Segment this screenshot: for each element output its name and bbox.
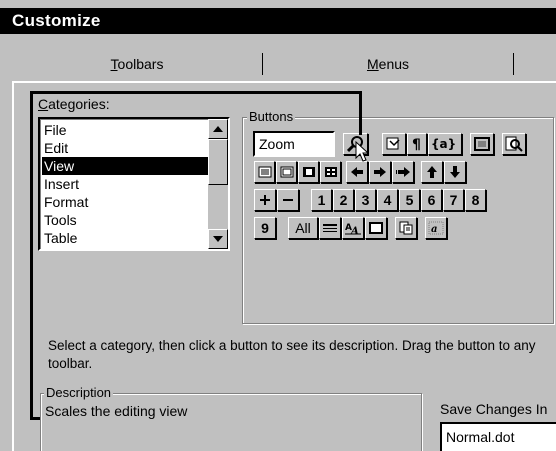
save-changes-label: Save Changes In (440, 401, 548, 417)
frame-button[interactable] (365, 217, 387, 239)
show-heading-6-button[interactable]: 6 (421, 189, 442, 211)
description-group (40, 393, 422, 451)
arrow-right-icon (374, 167, 386, 177)
expand-button[interactable] (254, 189, 276, 211)
show-first-line-button[interactable] (319, 217, 341, 239)
tab-toolbars-label: oolbars (117, 56, 164, 72)
move-down-button[interactable] (444, 161, 466, 183)
tab-divider (513, 53, 514, 75)
outline-icon (302, 167, 315, 177)
master-document-button[interactable] (320, 161, 341, 183)
description-label: Description (44, 385, 114, 400)
print-preview-icon (505, 136, 523, 152)
minus-icon (283, 199, 293, 201)
callout-line (30, 91, 362, 94)
field-codes-icon: {a} (431, 137, 456, 151)
list-item-selected[interactable]: View (42, 157, 208, 175)
lines-icon (258, 166, 271, 178)
show-heading-4-button[interactable]: 4 (377, 189, 398, 211)
list-scrollbar[interactable] (208, 119, 228, 249)
dialog-title: Customize (0, 8, 556, 34)
show-heading-1-button[interactable]: 1 (311, 189, 332, 211)
show-heading-9-button[interactable]: 9 (254, 217, 276, 239)
formatting-icon: AA (345, 223, 361, 235)
first-line-icon (323, 224, 337, 232)
arrow-up-icon (213, 126, 223, 132)
categories-list[interactable]: File Edit View Insert Format Tools Table (38, 117, 230, 251)
list-item[interactable]: File (42, 121, 208, 139)
show-heading-3-button[interactable]: 3 (355, 189, 376, 211)
show-paragraph-button[interactable]: ¶ (407, 133, 427, 155)
svg-text:a: a (431, 224, 437, 235)
full-screen-button[interactable] (470, 133, 494, 155)
zoom-box[interactable]: Zoom (253, 131, 335, 157)
categories-mnemonic: C (38, 96, 49, 112)
scroll-up-button[interactable] (208, 119, 228, 139)
frame-icon (369, 222, 383, 234)
mouse-pointer-icon (355, 141, 369, 162)
arrow-down-icon (213, 236, 223, 242)
demote-button[interactable] (369, 161, 391, 183)
callout-line (30, 417, 40, 420)
categories-label: Categories: (38, 96, 110, 112)
save-changes-dropdown[interactable]: Normal.dot (440, 422, 556, 451)
scroll-down-button[interactable] (208, 229, 228, 249)
field-codes-button[interactable]: {a} (428, 133, 462, 155)
categories-label-text: ategories: (48, 96, 110, 112)
page-icon (386, 137, 400, 150)
master-subdocument-button[interactable] (395, 217, 417, 239)
autoformat-icon: a (428, 221, 444, 235)
scroll-thumb[interactable] (208, 139, 228, 185)
move-up-button[interactable] (421, 161, 443, 183)
arrow-up-icon (427, 166, 437, 178)
description-text: Scales the editing view (45, 403, 188, 419)
callout-line (359, 91, 362, 135)
page-layout-icon (280, 166, 293, 178)
instructions-text: Select a category, then click a button t… (48, 338, 536, 371)
list-item[interactable]: Insert (42, 175, 208, 193)
show-all-button[interactable]: All (288, 217, 318, 239)
tab-menus-label: enus (378, 56, 410, 72)
plus-icon (260, 195, 270, 205)
show-formatting-button[interactable]: AA (342, 217, 364, 239)
tab-menus[interactable]: Menus (263, 47, 513, 81)
show-heading-7-button[interactable]: 7 (443, 189, 464, 211)
page-layout-button[interactable] (276, 161, 297, 183)
print-preview-button[interactable] (502, 133, 526, 155)
grid-icon (324, 167, 337, 177)
list-item[interactable]: Format (42, 193, 208, 211)
tab-toolbars-mnemonic: T (110, 56, 118, 72)
list-item[interactable]: Table (42, 229, 208, 247)
arrow-down-icon (450, 166, 460, 178)
page-setup-button[interactable] (382, 133, 406, 155)
show-heading-5-button[interactable]: 5 (399, 189, 420, 211)
normal-view-button[interactable] (254, 161, 275, 183)
tab-toolbars[interactable]: Toolbars (12, 47, 262, 81)
demote-to-body-button[interactable] (392, 161, 414, 183)
collapse-button[interactable] (277, 189, 299, 211)
list-item[interactable]: Tools (42, 211, 208, 229)
show-heading-2-button[interactable]: 2 (333, 189, 354, 211)
buttons-group-label: Buttons (247, 109, 296, 124)
autoformat-button[interactable]: a (425, 217, 447, 239)
double-arrow-right-icon (396, 167, 410, 177)
tab-strip: Toolbars Menus (12, 47, 556, 81)
customize-dialog: Customize Toolbars Menus Categories: Fil… (0, 0, 556, 451)
screen-icon (474, 137, 490, 151)
tab-menus-mnemonic: M (366, 56, 379, 72)
svg-text:{a}: {a} (431, 137, 456, 151)
pilcrow-icon: ¶ (412, 137, 421, 151)
svg-text:¶: ¶ (412, 137, 421, 151)
outline-view-button[interactable] (298, 161, 319, 183)
promote-button[interactable] (346, 161, 368, 183)
show-heading-8-button[interactable]: 8 (465, 189, 486, 211)
arrow-left-icon (351, 167, 363, 177)
subdocument-icon (399, 221, 413, 235)
list-item[interactable]: Edit (42, 139, 208, 157)
callout-line (30, 91, 33, 420)
